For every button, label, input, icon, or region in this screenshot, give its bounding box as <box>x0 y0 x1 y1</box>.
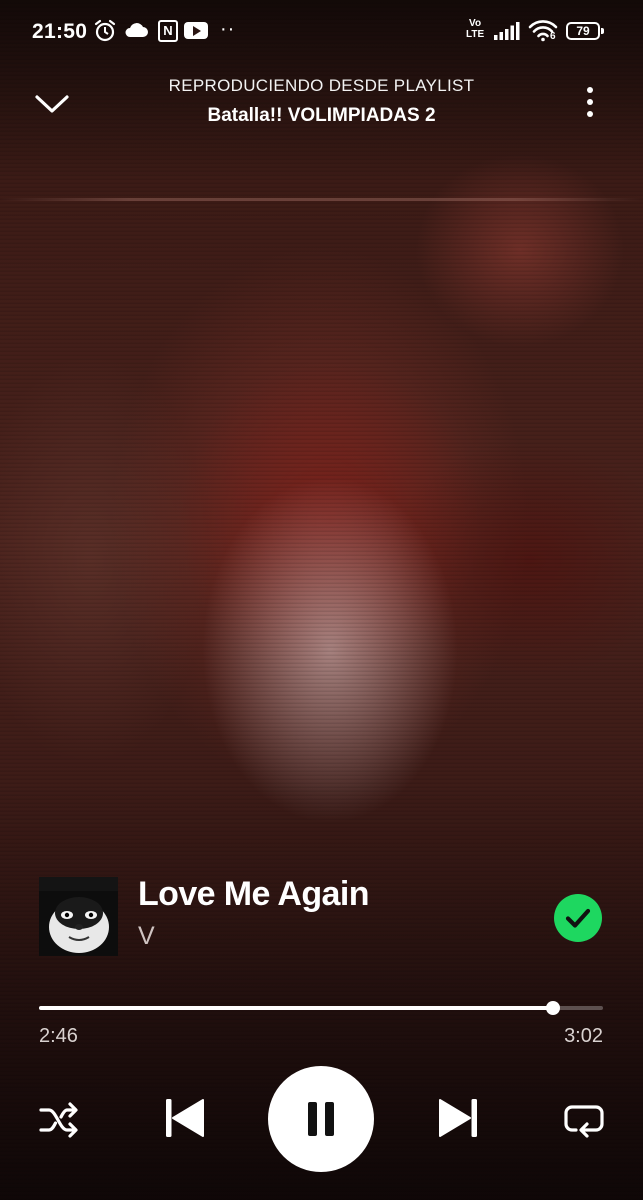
signal-icon <box>494 22 520 40</box>
skip-next-icon[interactable] <box>437 1096 481 1140</box>
progress-fill <box>39 1006 554 1010</box>
more-notifications-icon: ·· <box>220 18 236 40</box>
status-time: 21:50 <box>32 20 88 43</box>
skip-previous-icon[interactable] <box>162 1096 206 1140</box>
playlist-title[interactable]: Batalla!! VOLIMPIADAS 2 <box>100 105 543 127</box>
album-cover[interactable] <box>39 877 118 956</box>
more-vertical-icon[interactable] <box>578 86 602 120</box>
status-bar: 21:50 N ·· Vo LTE 6 79 <box>0 0 643 62</box>
pause-button[interactable] <box>268 1066 374 1172</box>
album-art-image <box>39 877 118 956</box>
cloud-icon <box>125 23 148 37</box>
repeat-icon[interactable] <box>562 1098 606 1140</box>
background-streak <box>0 198 643 201</box>
track-title[interactable]: Love Me Again <box>138 875 369 914</box>
liked-button[interactable] <box>554 894 602 942</box>
check-circle-icon <box>565 908 591 928</box>
shuffle-icon[interactable] <box>38 1100 80 1140</box>
notion-icon: N <box>158 20 178 42</box>
alarm-icon <box>94 19 116 42</box>
youtube-icon <box>184 22 208 39</box>
progress-bar[interactable] <box>39 1001 603 1015</box>
volte-icon: Vo LTE <box>466 18 485 40</box>
track-artist[interactable]: V <box>138 922 155 951</box>
total-time: 3:02 <box>564 1025 603 1047</box>
chevron-down-icon[interactable] <box>34 90 70 118</box>
playing-from-label: REPRODUCIENDO DESDE PLAYLIST <box>168 76 475 95</box>
pause-icon <box>308 1102 317 1136</box>
wifi-6-label: 6 <box>550 31 556 42</box>
elapsed-time: 2:46 <box>39 1025 78 1047</box>
battery-icon: 79 <box>566 22 604 40</box>
